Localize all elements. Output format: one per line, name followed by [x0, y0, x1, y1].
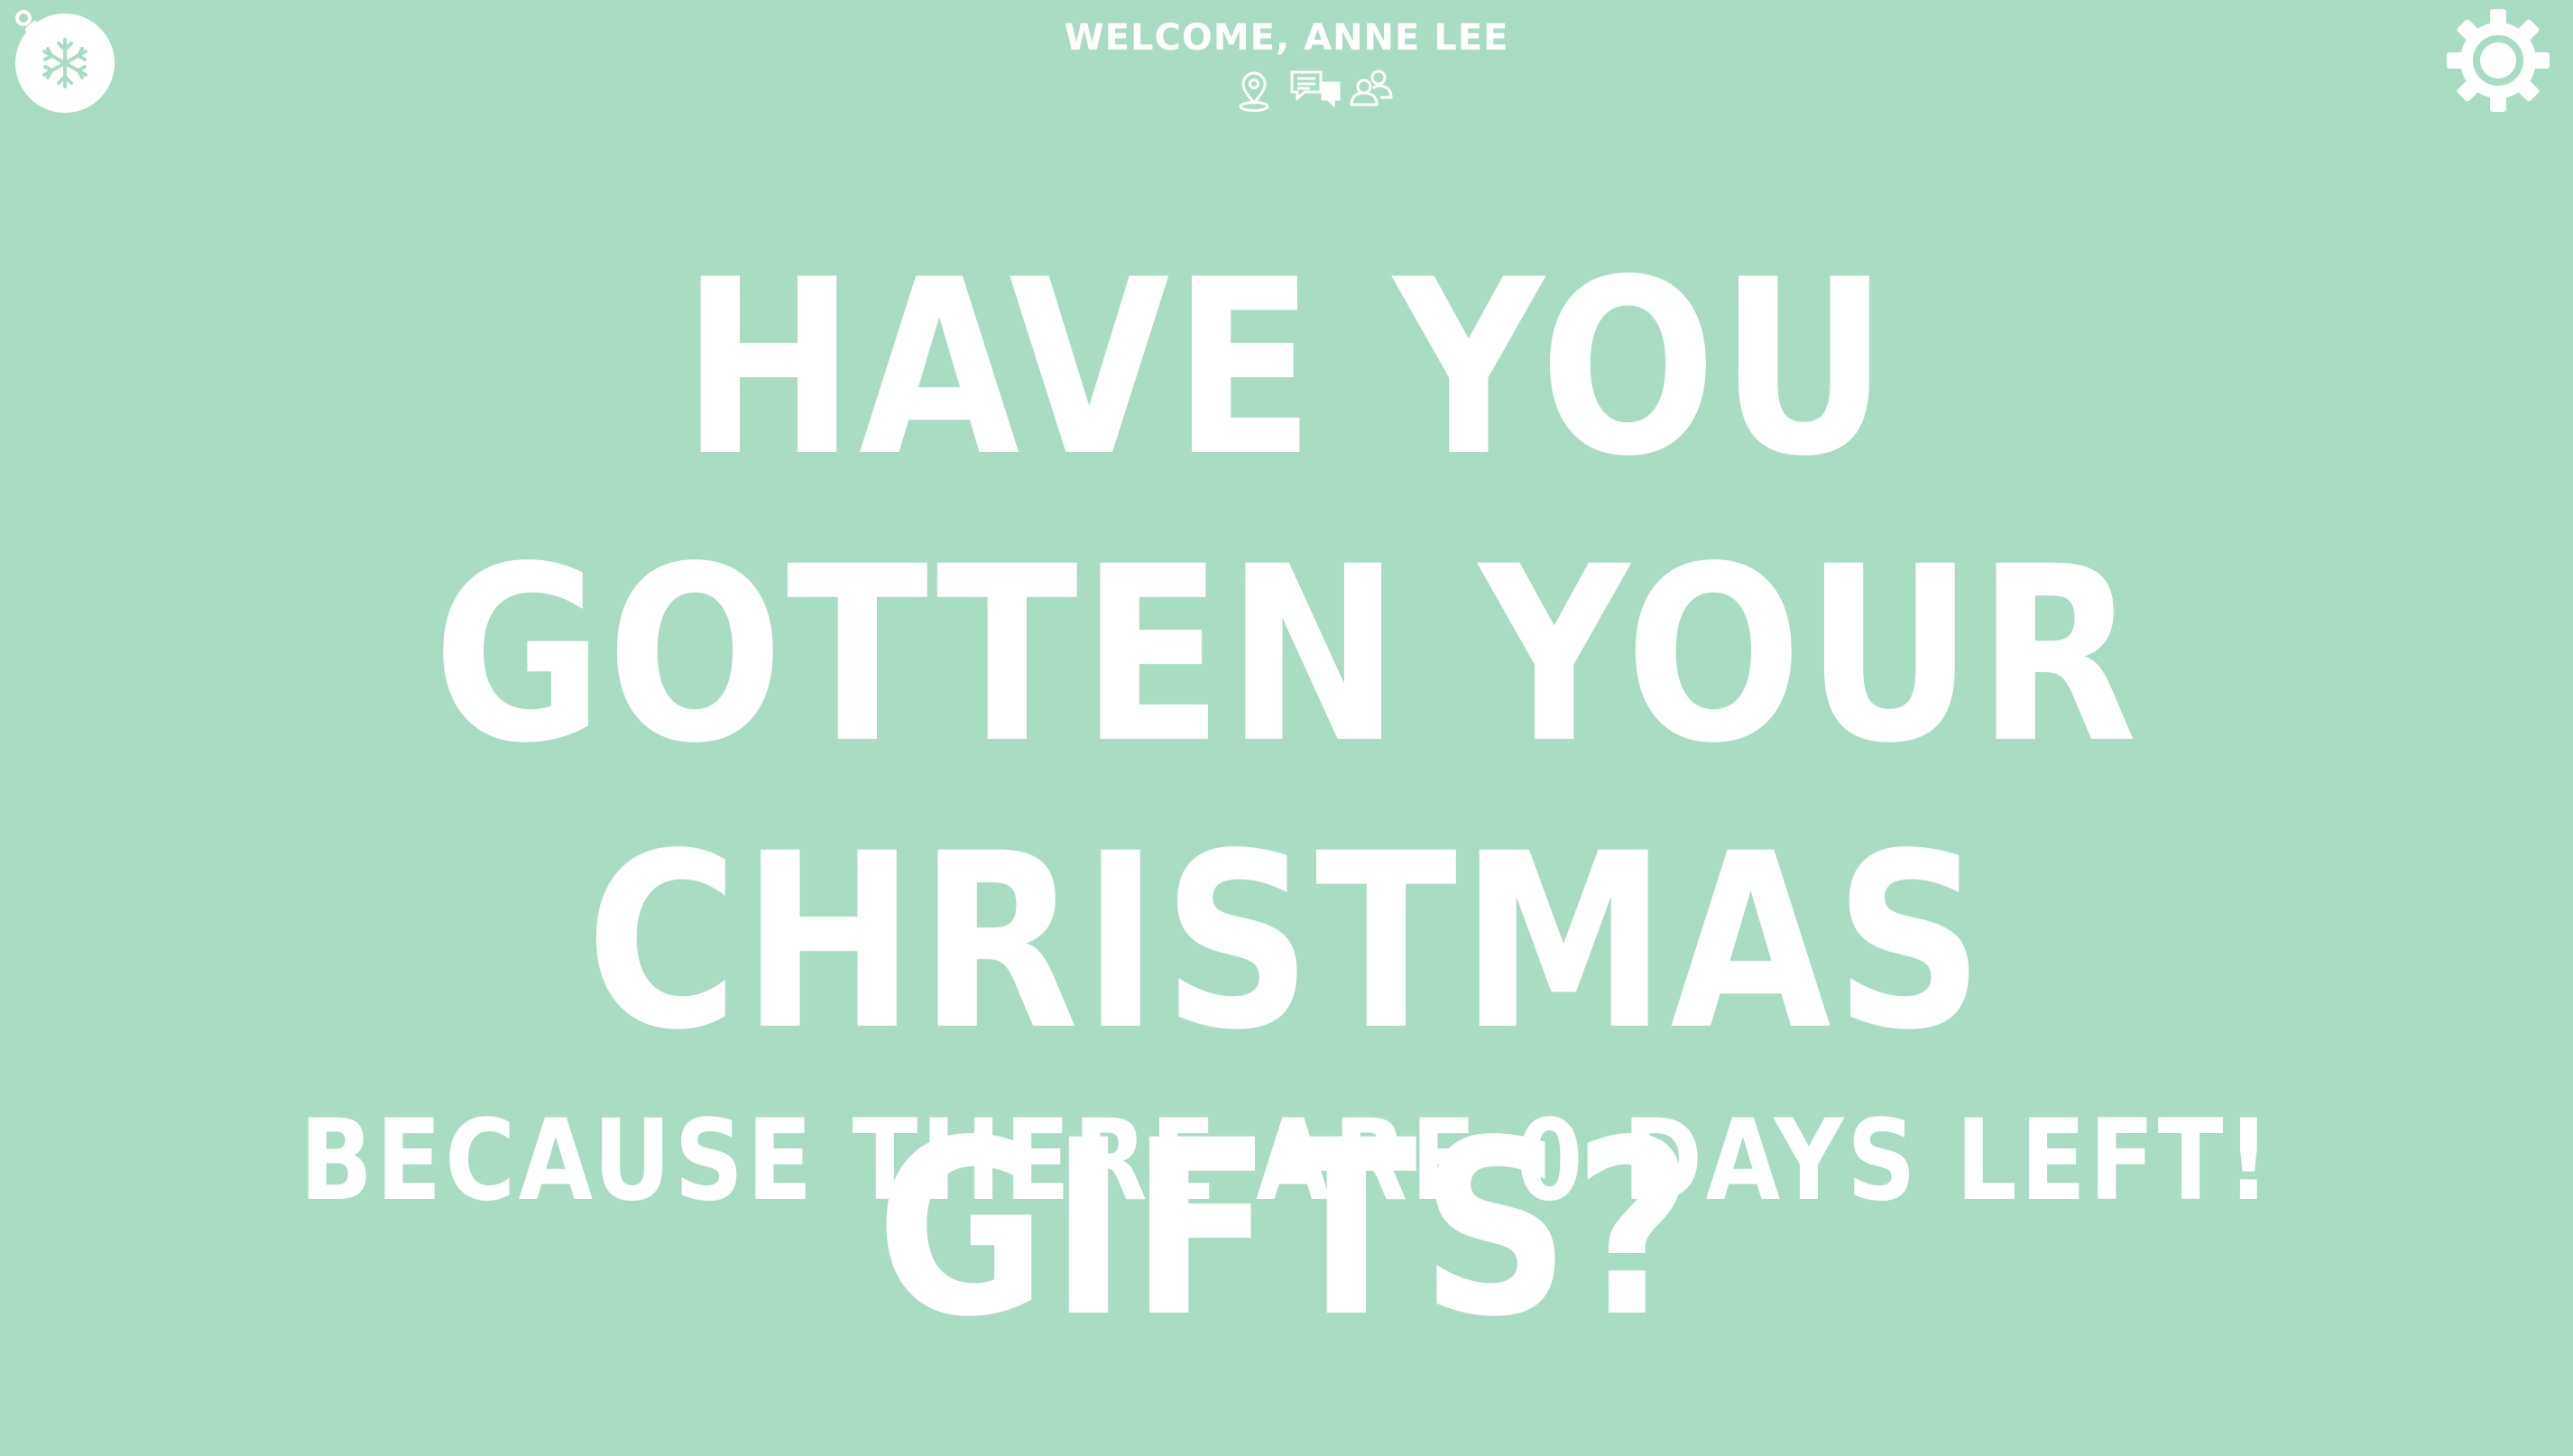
nav-icons [0, 67, 2573, 114]
countdown-text: BECAUSE THERE ARE 0 DAYS LEFT! [299, 1096, 2274, 1226]
header: WELCOME, ANNE LEE [0, 14, 2573, 114]
chat-icon[interactable] [1288, 67, 1341, 114]
gear-icon[interactable] [2445, 7, 2551, 114]
users-icon[interactable] [1346, 67, 1393, 114]
welcome-text: WELCOME, ANNE LEE [1064, 17, 1509, 59]
map-pin-icon[interactable] [1231, 67, 1277, 114]
